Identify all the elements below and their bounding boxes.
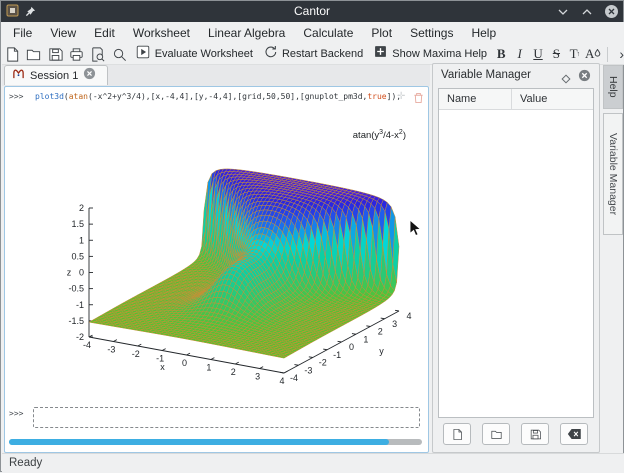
- new-worksheet-button[interactable]: [2, 45, 23, 64]
- dock-float-icon[interactable]: [561, 71, 571, 89]
- toolbar-overflow-button[interactable]: ›: [619, 46, 624, 62]
- menu-item-file[interactable]: File: [4, 22, 41, 44]
- evaluate-icon: [135, 44, 151, 65]
- italic-button[interactable]: I: [510, 45, 528, 64]
- plot-canvas: [5, 109, 429, 401]
- menu-item-view[interactable]: View: [41, 22, 85, 44]
- superscript-arrow-icon: ↑: [577, 50, 581, 58]
- bold-button[interactable]: B: [492, 45, 510, 64]
- mouse-cursor: [409, 219, 421, 242]
- droplet-icon: [594, 46, 601, 62]
- menu-item-plot[interactable]: Plot: [362, 22, 401, 44]
- evaluate-worksheet-button[interactable]: Evaluate Worksheet: [130, 45, 258, 64]
- dock-close-icon[interactable]: [578, 69, 591, 87]
- save-button[interactable]: [45, 45, 66, 64]
- hscroll-handle[interactable]: [9, 439, 389, 445]
- tab-bar: Session 1: [2, 65, 430, 86]
- command-input[interactable]: plot3d(atan(-x^2+y^3/4),[x,-4,4],[y,-4,4…: [35, 92, 401, 101]
- dock-title: Variable Manager: [441, 69, 531, 81]
- minimize-button[interactable]: [555, 4, 571, 20]
- superscript-button[interactable]: T↑: [566, 45, 584, 64]
- tab-session1[interactable]: Session 1: [4, 65, 108, 85]
- side-tab-variable-manager[interactable]: Variable Manager: [603, 113, 623, 235]
- tab-label: Session 1: [30, 70, 78, 82]
- command-entry[interactable]: [33, 407, 420, 428]
- underline-button[interactable]: U: [529, 45, 547, 64]
- font-color-button[interactable]: A: [584, 45, 602, 64]
- print-button[interactable]: [66, 45, 87, 64]
- variable-table: Name Value: [438, 88, 594, 418]
- move-cell-icon[interactable]: ✛: [397, 91, 405, 102]
- vm-save-button[interactable]: [521, 423, 549, 445]
- restart-icon: [263, 44, 278, 64]
- restart-backend-button[interactable]: Restart Backend: [258, 45, 368, 64]
- vm-new-button[interactable]: [443, 423, 471, 445]
- menu-bar: FileViewEditWorksheetLinear AlgebraCalcu…: [2, 22, 624, 44]
- maxima-session-icon: [12, 67, 25, 85]
- maxima-help-label: Show Maxima Help: [392, 48, 487, 60]
- show-maxima-help-button[interactable]: Show Maxima Help: [368, 45, 492, 64]
- status-bar: Ready: [2, 453, 624, 473]
- vm-open-button[interactable]: [482, 423, 510, 445]
- search-button[interactable]: [108, 45, 129, 64]
- status-text: Ready: [2, 454, 624, 473]
- print-preview-button[interactable]: [87, 45, 108, 64]
- variable-table-header: Name Value: [439, 89, 593, 110]
- restart-label: Restart Backend: [282, 48, 363, 60]
- menu-item-calculate[interactable]: Calculate: [294, 22, 362, 44]
- menu-item-help[interactable]: Help: [462, 22, 505, 44]
- side-tab-help[interactable]: Help: [603, 65, 623, 109]
- maxima-help-icon: [373, 44, 388, 64]
- vm-buttons: [443, 423, 588, 445]
- command-prompt: >>>: [9, 92, 23, 101]
- dock-header: Variable Manager: [433, 64, 599, 88]
- menu-item-edit[interactable]: Edit: [85, 22, 124, 44]
- maximize-button[interactable]: [579, 4, 595, 20]
- titlebar: Cantor: [1, 1, 623, 22]
- close-button[interactable]: [603, 4, 619, 20]
- delete-cell-icon[interactable]: [413, 91, 424, 109]
- column-value[interactable]: Value: [511, 89, 593, 109]
- plot-title: atan(y3/4-x2): [353, 129, 406, 141]
- variable-manager-panel: Variable Manager Name Value: [432, 63, 600, 453]
- application-window: Cantor FileViewEditWorksheetLinear Algeb…: [0, 0, 624, 472]
- entry-prompt: >>>: [9, 409, 23, 418]
- menu-item-settings[interactable]: Settings: [401, 22, 462, 44]
- toolbar: Evaluate Worksheet Restart Backend Show …: [2, 44, 624, 65]
- window-title: Cantor: [1, 1, 623, 22]
- strikethrough-button[interactable]: S: [547, 45, 565, 64]
- toolbar-separator: [607, 47, 608, 62]
- menu-item-linear-algebra[interactable]: Linear Algebra: [199, 22, 294, 44]
- vm-clear-button[interactable]: [560, 423, 588, 445]
- column-name[interactable]: Name: [439, 89, 511, 109]
- tab-close-icon[interactable]: [83, 67, 96, 85]
- worksheet: >>> plot3d(atan(-x^2+y^3/4),[x,-4,4],[y,…: [4, 86, 429, 453]
- open-button[interactable]: [23, 45, 44, 64]
- evaluate-label: Evaluate Worksheet: [155, 48, 253, 60]
- menu-item-worksheet[interactable]: Worksheet: [124, 22, 199, 44]
- horizontal-scrollbar[interactable]: [9, 439, 422, 445]
